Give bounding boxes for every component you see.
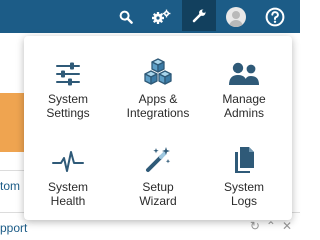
top-navigation-bar [0, 0, 300, 33]
menu-item-setup-wizard[interactable]: Setup Wizard [116, 136, 200, 208]
background-row-controls: ↻ ⌃ ✕ [250, 219, 292, 233]
refresh-icon[interactable]: ↻ [250, 219, 260, 233]
menu-item-label: Admins [223, 106, 264, 120]
user-avatar-icon[interactable] [223, 0, 249, 33]
close-icon[interactable]: ✕ [282, 219, 292, 233]
menu-item-label: Apps & [138, 92, 178, 106]
menu-item-apps-integrations[interactable]: Apps & Integrations [116, 48, 200, 120]
background-link[interactable]: tom [0, 179, 20, 193]
users-icon [202, 48, 286, 86]
gears-icon[interactable] [147, 0, 175, 33]
menu-item-label: Wizard [139, 194, 177, 208]
documents-icon [202, 136, 286, 174]
menu-item-system-logs[interactable]: System Logs [202, 136, 286, 208]
menu-item-system-settings[interactable]: System Settings [26, 48, 110, 120]
menu-item-label: Health [50, 194, 86, 208]
admin-tools-menu: System Settings Apps & Integrations Mana… [24, 36, 292, 220]
background-link[interactable]: pport [0, 221, 27, 235]
menu-item-label: Integrations [126, 106, 190, 120]
menu-item-label: System [223, 180, 264, 194]
avatar [226, 6, 246, 27]
search-icon[interactable] [114, 0, 138, 33]
cubes-icon [116, 48, 200, 86]
sliders-icon [26, 48, 110, 86]
menu-item-manage-admins[interactable]: Manage Admins [202, 48, 286, 120]
menu-item-system-health[interactable]: System Health [26, 136, 110, 208]
menu-item-label: Settings [46, 106, 90, 120]
menu-item-label: System [47, 92, 88, 106]
menu-item-label: Logs [230, 194, 258, 208]
help-icon[interactable] [261, 0, 289, 33]
pulse-icon [26, 136, 110, 174]
menu-item-label: Setup [142, 180, 174, 194]
menu-item-label: System [47, 180, 88, 194]
magic-wand-icon [116, 136, 200, 174]
wrench-icon[interactable] [182, 0, 216, 31]
chevron-up-icon[interactable]: ⌃ [266, 219, 276, 233]
menu-item-label: Manage [222, 92, 266, 106]
